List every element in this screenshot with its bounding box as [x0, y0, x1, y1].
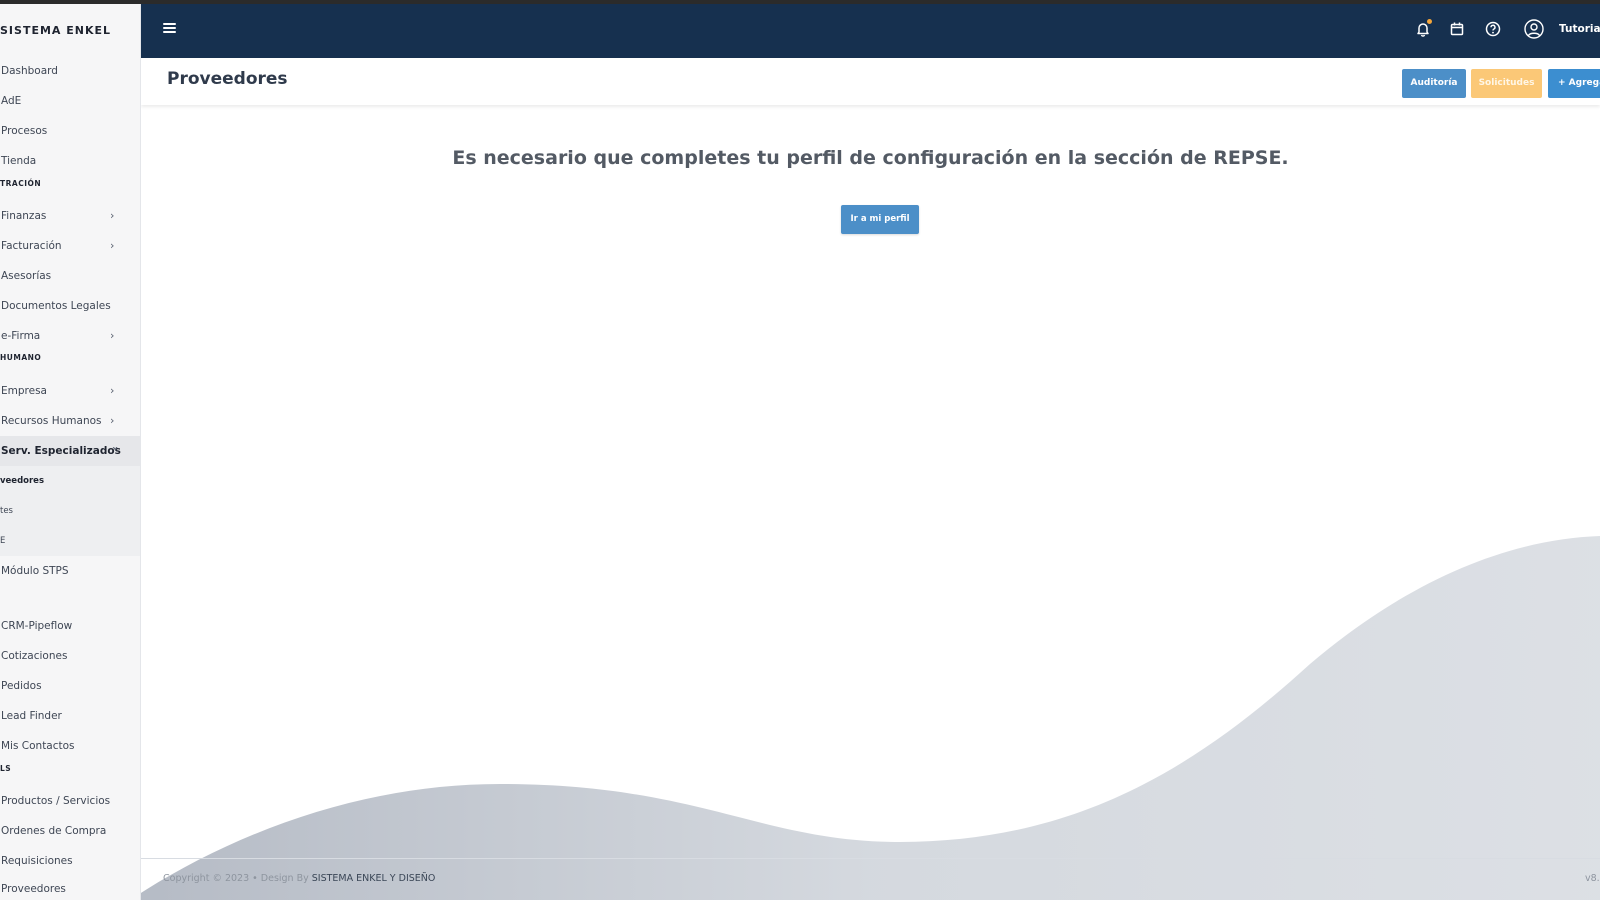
sidebar-item-e-firma[interactable]: e-Firma ›	[0, 321, 140, 351]
sidebar-item-procesos[interactable]: Procesos	[0, 116, 140, 146]
sidebar-item-label: Asesorías	[1, 270, 52, 282]
sidebar-item-recursos-humanos[interactable]: Recursos Humanos ›	[0, 406, 140, 436]
sidebar-item-label: Procesos	[1, 125, 48, 137]
sidebar-item-label: Tienda	[1, 155, 37, 167]
sidebar-item-label: Módulo STPS	[1, 565, 69, 577]
user-icon[interactable]	[1523, 18, 1545, 40]
sidebar: SISTEMA ENKEL Dashboard AdE Procesos Tie…	[0, 4, 141, 900]
calendar-icon[interactable]	[1447, 19, 1467, 39]
notification-dot	[1427, 19, 1432, 24]
sidebar-item-label: Pedidos	[1, 680, 42, 692]
sidebar-subitem-clientes[interactable]: tes	[0, 496, 140, 526]
sidebar-item-label: Cotizaciones	[1, 650, 68, 662]
page-header: Proveedores Auditoría Solicitudes + Agre…	[141, 58, 1600, 105]
footer-divider	[141, 858, 1600, 859]
auditoria-button[interactable]: Auditoría	[1402, 69, 1466, 98]
sidebar-item-requisiciones[interactable]: Requisiciones	[0, 846, 140, 876]
sidebar-item-pedidos[interactable]: Pedidos	[0, 671, 140, 701]
sidebar-item-label: Facturación	[1, 240, 62, 252]
sidebar-item-label: Productos / Servicios	[1, 795, 111, 807]
sidebar-section-compras: LS	[0, 764, 12, 773]
sidebar-item-mis-contactos[interactable]: Mis Contactos	[0, 731, 140, 761]
sidebar-subitem-repse[interactable]: E	[0, 526, 140, 556]
go-to-profile-button[interactable]: Ir a mi perfil	[841, 205, 919, 234]
sidebar-section-administracion: TRACIÓN	[0, 179, 42, 188]
chevron-right-icon: ›	[110, 209, 115, 222]
sidebar-item-cotizaciones[interactable]: Cotizaciones	[0, 641, 140, 671]
bell-icon[interactable]	[1413, 19, 1433, 39]
chevron-down-icon: ›	[109, 446, 122, 451]
tutorials-link[interactable]: Tutoriale	[1559, 20, 1600, 38]
sidebar-subitem-proveedores[interactable]: veedores	[0, 466, 140, 496]
sidebar-item-tienda[interactable]: Tienda	[0, 146, 140, 176]
sidebar-item-label: AdE	[1, 95, 22, 107]
sidebar-item-ordenes-de-compra[interactable]: Ordenes de Compra	[0, 816, 140, 846]
chevron-right-icon: ›	[110, 329, 115, 342]
brand-logo-text: SISTEMA ENKEL	[0, 24, 112, 37]
sidebar-item-modulo-stps[interactable]: Módulo STPS	[0, 556, 140, 586]
help-icon[interactable]	[1483, 19, 1503, 39]
page-title: Proveedores	[167, 69, 288, 89]
solicitudes-button[interactable]: Solicitudes	[1471, 69, 1542, 98]
footer-copyright: Copyright © 2023 • Design By SISTEMA ENK…	[163, 873, 435, 884]
sidebar-item-proveedores[interactable]: Proveedores	[0, 874, 140, 900]
sidebar-item-empresa[interactable]: Empresa ›	[0, 376, 140, 406]
sidebar-item-label: Proveedores	[1, 883, 66, 895]
sidebar-item-label: Empresa	[1, 385, 47, 397]
sidebar-item-asesorias[interactable]: Asesorías	[0, 261, 140, 291]
sidebar-item-label: Requisiciones	[1, 855, 73, 867]
sidebar-section-capital-humano: HUMANO	[0, 353, 42, 362]
sidebar-item-productos-servicios[interactable]: Productos / Servicios	[0, 786, 140, 816]
chevron-right-icon: ›	[110, 414, 115, 427]
menu-icon[interactable]	[163, 21, 177, 35]
sidebar-item-label: Documentos Legales	[1, 300, 111, 312]
sidebar-item-serv-especializados[interactable]: Serv. Especializados ›	[0, 436, 140, 466]
sidebar-item-dashboard[interactable]: Dashboard	[0, 56, 140, 86]
sidebar-item-label: Mis Contactos	[1, 740, 75, 752]
sidebar-item-crm-pipeflow[interactable]: CRM-Pipeflow	[0, 611, 140, 641]
sidebar-item-label: Recursos Humanos	[1, 415, 102, 427]
footer-copyright-text: Copyright © 2023 • Design By	[163, 873, 312, 884]
sidebar-item-label: Finanzas	[1, 210, 47, 222]
footer-brand-link[interactable]: SISTEMA ENKEL Y DISEÑO	[312, 873, 436, 884]
profile-notice: Es necesario que completes tu perfil de …	[452, 147, 1289, 169]
sidebar-item-label: Dashboard	[1, 65, 58, 77]
footer-version: v8.	[1585, 873, 1600, 884]
sidebar-item-ade[interactable]: AdE	[0, 86, 140, 116]
main-content: Es necesario que completes tu perfil de …	[141, 105, 1600, 900]
add-button[interactable]: + Agrega	[1548, 69, 1600, 98]
app-window: SISTEMA ENKEL Dashboard AdE Procesos Tie…	[0, 4, 1600, 900]
sidebar-item-label: Lead Finder	[1, 710, 62, 722]
sidebar-item-facturacion[interactable]: Facturación ›	[0, 231, 140, 261]
sidebar-item-label: Ordenes de Compra	[1, 825, 107, 837]
sidebar-item-lead-finder[interactable]: Lead Finder	[0, 701, 140, 731]
chevron-right-icon: ›	[110, 239, 115, 252]
sidebar-item-label: e-Firma	[1, 330, 41, 342]
sidebar-item-label: CRM-Pipeflow	[1, 620, 73, 632]
sidebar-item-finanzas[interactable]: Finanzas ›	[0, 201, 140, 231]
chevron-right-icon: ›	[110, 384, 115, 397]
sidebar-item-documentos-legales[interactable]: Documentos Legales	[0, 291, 140, 321]
top-navbar: Tutoriale	[141, 4, 1600, 58]
